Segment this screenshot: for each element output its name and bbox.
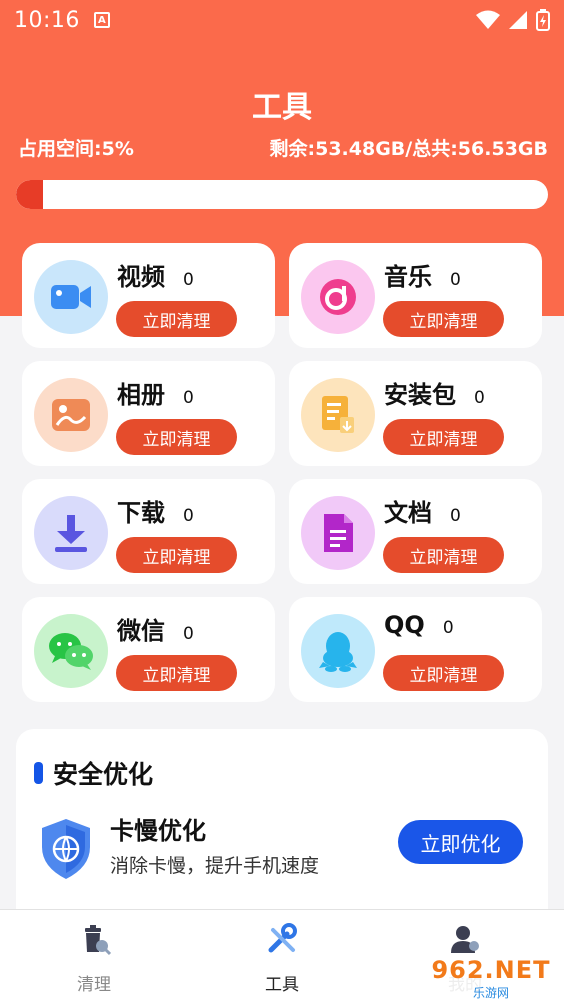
card-video[interactable]: 视频 0 立即清理 <box>22 243 275 348</box>
clean-qq-button[interactable]: 立即清理 <box>383 655 504 691</box>
status-time: 10:16 <box>14 7 80 33</box>
section-title: 安全优化 <box>34 755 153 791</box>
watermark-logo: 962.NET 乐游网 <box>424 955 558 1001</box>
card-count: 0 <box>474 388 485 408</box>
used-space-label: 占用空间:5% <box>18 138 134 160</box>
download-icon <box>34 496 108 570</box>
lag-optimization-subtitle: 消除卡慢，提升手机速度 <box>110 855 320 877</box>
storage-progress-fill <box>16 180 43 209</box>
clean-category-grid: 视频 0 立即清理 音乐 0 立即清理 相册 0 立即清理 安装包 0 立即清理 下载 0… <box>22 243 542 702</box>
wifi-icon <box>476 10 500 29</box>
remaining-space-label: 剩余:53.48GB/总共:56.53GB <box>269 138 549 160</box>
card-count: 0 <box>183 270 194 290</box>
card-count: 0 <box>450 270 461 290</box>
video-icon <box>34 260 108 334</box>
apk-icon <box>301 378 375 452</box>
card-count: 0 <box>450 506 461 526</box>
card-music[interactable]: 音乐 0 立即清理 <box>289 243 542 348</box>
card-count: 0 <box>183 388 194 408</box>
lag-optimization-title: 卡慢优化 <box>110 817 206 845</box>
card-title: 下载 0 <box>117 499 194 527</box>
watermark-top: 962.NET <box>431 955 551 984</box>
clean-album-button[interactable]: 立即清理 <box>116 419 237 455</box>
card-title: 安装包 0 <box>384 381 485 409</box>
wechat-icon <box>34 614 108 688</box>
safety-optimization-section: 安全优化 卡慢优化 消除卡慢，提升手机速度 立即优化 <box>16 729 548 929</box>
card-document[interactable]: 文档 0 立即清理 <box>289 479 542 584</box>
watermark-bottom: 乐游网 <box>472 985 509 1000</box>
card-count: 0 <box>183 624 194 644</box>
card-album[interactable]: 相册 0 立即清理 <box>22 361 275 466</box>
tab-label: 清理 <box>77 975 111 995</box>
clean-wechat-button[interactable]: 立即清理 <box>116 655 237 691</box>
page-title: 工具 <box>252 90 312 125</box>
clean-document-button[interactable]: 立即清理 <box>383 537 504 573</box>
signal-icon <box>509 11 527 29</box>
card-title: 音乐 0 <box>384 263 461 291</box>
status-bar: 10:16 A <box>0 0 564 40</box>
tab-label: 工具 <box>265 975 299 995</box>
card-title: 相册 0 <box>117 381 194 409</box>
card-wechat[interactable]: 微信 0 立即清理 <box>22 597 275 702</box>
clean-download-button[interactable]: 立即清理 <box>116 537 237 573</box>
card-title: 视频 0 <box>117 263 194 291</box>
album-icon <box>34 378 108 452</box>
storage-progress-bar <box>16 180 548 209</box>
card-qq[interactable]: QQ 0 立即清理 <box>289 597 542 702</box>
battery-icon <box>536 9 550 31</box>
tab-tools[interactable]: 工具 <box>222 910 342 1004</box>
clean-music-button[interactable]: 立即清理 <box>383 301 504 337</box>
qq-icon <box>301 614 375 688</box>
notification-icon: A <box>93 12 110 28</box>
trash-icon <box>85 925 111 956</box>
card-count: 0 <box>183 506 194 526</box>
profile-icon <box>451 926 479 953</box>
clean-video-button[interactable]: 立即清理 <box>116 301 237 337</box>
card-count: 0 <box>442 618 454 638</box>
title-accent-bar <box>34 762 43 784</box>
card-title: 微信 0 <box>117 617 194 645</box>
shield-icon <box>42 819 90 879</box>
card-apk[interactable]: 安装包 0 立即清理 <box>289 361 542 466</box>
optimize-now-button[interactable]: 立即优化 <box>398 820 523 864</box>
tools-icon <box>268 923 297 953</box>
clean-apk-button[interactable]: 立即清理 <box>383 419 504 455</box>
document-icon <box>301 496 375 570</box>
tab-clean[interactable]: 清理 <box>34 910 154 1004</box>
storage-info: 占用空间:5% 剩余:53.48GB/总共:56.53GB <box>18 134 548 161</box>
card-title: 文档 0 <box>384 499 461 527</box>
card-title: QQ 0 <box>384 611 454 639</box>
music-icon <box>301 260 375 334</box>
card-download[interactable]: 下载 0 立即清理 <box>22 479 275 584</box>
